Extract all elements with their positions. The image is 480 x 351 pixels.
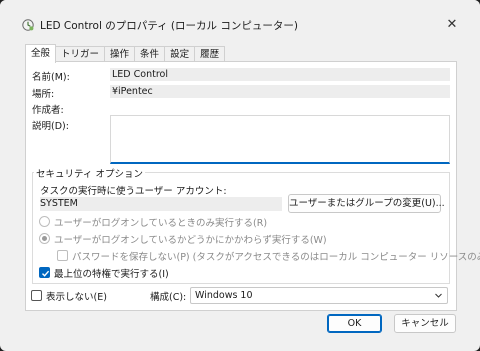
cancel-button[interactable]: キャンセル [394, 314, 456, 333]
tab-conditions[interactable]: 条件 [134, 46, 166, 62]
chevron-down-icon [435, 293, 442, 298]
name-field[interactable]: LED Control [110, 68, 450, 81]
run-whether-logged-on-radio[interactable] [39, 233, 50, 244]
tab-settings[interactable]: 設定 [164, 46, 196, 62]
properties-dialog: LED Control のプロパティ (ローカル コンピューター) ✕ 全般 ト… [0, 0, 480, 351]
run-only-logged-on-label: ユーザーがログオンしているときのみ実行する(R) [54, 218, 268, 229]
no-store-password-label: パスワードを保存しない(P) (タスクがアクセスできるのはローカル コンピュータ… [72, 252, 480, 263]
name-label: 名前(M): [32, 72, 70, 83]
run-only-logged-on-radio[interactable] [39, 216, 50, 227]
tab-triggers[interactable]: トリガー [55, 46, 106, 62]
hidden-checkbox[interactable] [31, 290, 42, 301]
no-store-password-checkbox[interactable] [57, 250, 68, 261]
location-label: 場所: [32, 89, 55, 100]
configure-select[interactable]: Windows 10 [190, 287, 448, 304]
account-label: タスクの実行時に使うユーザー アカウント: [40, 186, 227, 197]
location-field: ¥iPentec [110, 85, 450, 98]
tab-actions[interactable]: 操作 [104, 46, 136, 62]
description-label: 説明(D): [32, 121, 69, 132]
change-user-button[interactable]: ユーザーまたはグループの変更(U)... [288, 194, 445, 213]
window-title: LED Control のプロパティ (ローカル コンピューター) [40, 20, 298, 32]
author-label: 作成者: [32, 105, 64, 116]
highest-privileges-label: 最上位の特権で実行する(I) [54, 269, 169, 280]
run-whether-logged-on-label: ユーザーがログオンしているかどうかにかかわらず実行する(W) [54, 235, 327, 246]
tab-strip: 全般 トリガー 操作 条件 設定 履歴 [25, 44, 226, 63]
close-icon: ✕ [446, 17, 458, 32]
clock-icon [22, 19, 34, 31]
security-options-legend: セキュリティ オプション [34, 166, 145, 180]
tab-history[interactable]: 履歴 [194, 46, 226, 62]
title-bar: LED Control のプロパティ (ローカル コンピューター) ✕ [0, 0, 480, 42]
close-button[interactable]: ✕ [440, 14, 464, 36]
description-field[interactable] [110, 115, 450, 164]
ok-button[interactable]: OK [327, 314, 382, 333]
configure-select-value: Windows 10 [195, 290, 253, 301]
account-value: SYSTEM [40, 197, 282, 211]
checkmark-icon [42, 270, 50, 277]
tab-general[interactable]: 全般 [25, 44, 57, 63]
general-panel: 名前(M): LED Control 場所: ¥iPentec 作成者: 説明(… [25, 61, 480, 311]
highest-privileges-checkbox[interactable] [39, 267, 50, 278]
hidden-label: 表示しない(E) [46, 292, 107, 303]
configure-label: 構成(C): [150, 292, 187, 303]
